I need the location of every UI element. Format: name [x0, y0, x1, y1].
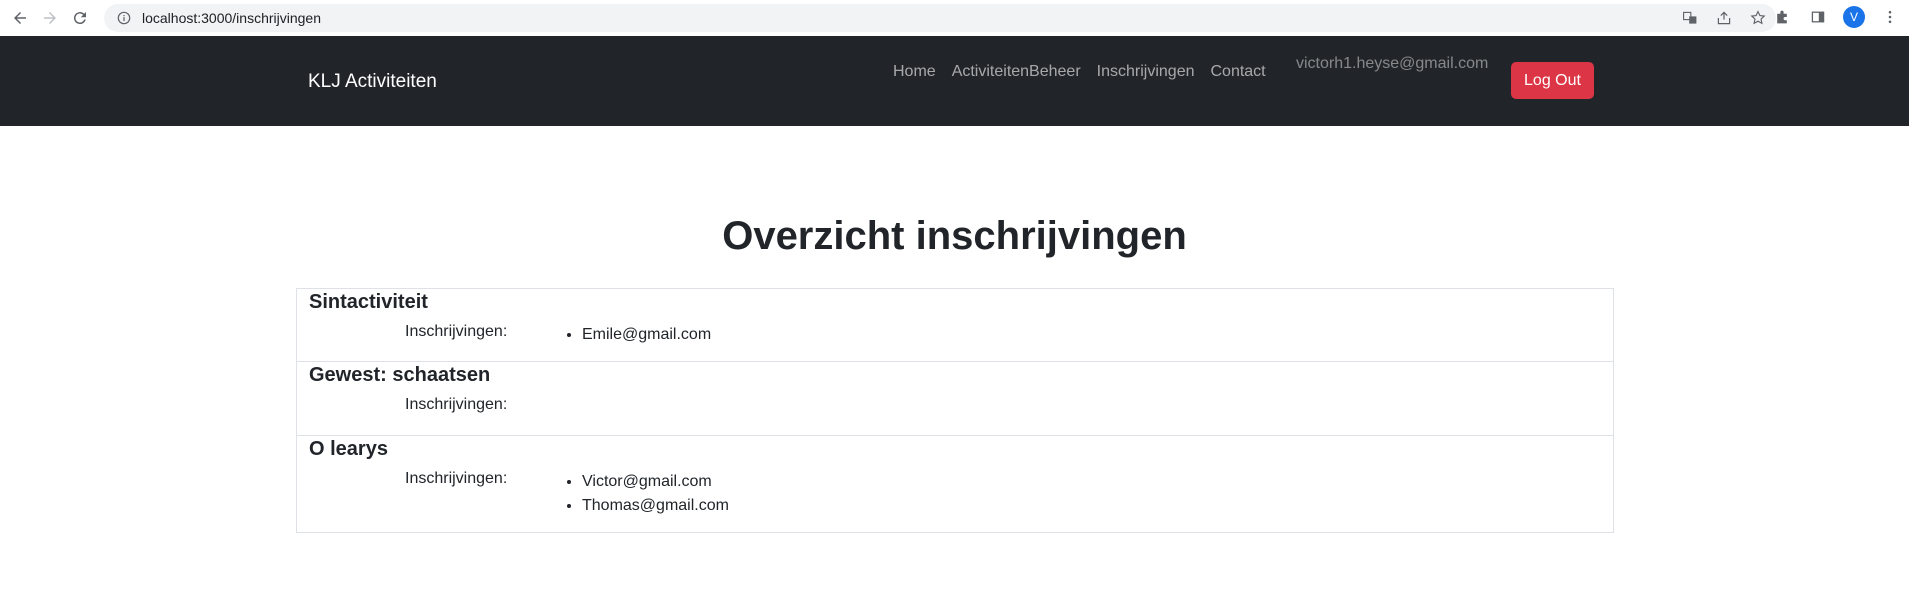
registrations-label: Inschrijvingen: — [405, 396, 508, 413]
page-title: Overzicht inschrijvingen — [722, 214, 1187, 258]
brand-link[interactable]: KLJ Activiteiten — [308, 71, 437, 93]
share-icon[interactable] — [1714, 8, 1734, 28]
reload-icon — [73, 12, 86, 25]
browser-toolbar: V — [0, 0, 1909, 37]
arrow-right-icon — [44, 12, 56, 24]
registrations-label: Inschrijvingen: — [405, 470, 508, 487]
nav-link-inschrijvingen[interactable]: Inschrijvingen — [1097, 63, 1195, 81]
registrations-list: Victor@gmail.com Thomas@gmail.com — [562, 470, 729, 518]
url-input[interactable] — [140, 9, 1344, 27]
activity-name: Sintactiviteit — [309, 291, 428, 313]
nav-links: Home ActiviteitenBeheer Inschrijvingen C… — [893, 63, 1266, 81]
registration-item: Victor@gmail.com — [582, 470, 729, 494]
star-icon[interactable] — [1748, 8, 1768, 28]
address-bar[interactable] — [104, 4, 1776, 32]
registrations-label: Inschrijvingen: — [405, 323, 508, 340]
info-icon[interactable] — [116, 10, 132, 26]
arrow-left-icon — [14, 12, 26, 24]
activity-name: Gewest: schaatsen — [309, 364, 491, 386]
side-panel-icon[interactable] — [1807, 6, 1829, 28]
nav-link-activiteitenbeheer[interactable]: ActiviteitenBeheer — [952, 63, 1081, 81]
forward-button[interactable] — [38, 6, 62, 30]
translate-icon[interactable] — [1680, 8, 1700, 28]
extensions-icon[interactable] — [1771, 6, 1793, 28]
activity-card: O learys Inschrijvingen: Victor@gmail.co… — [296, 435, 1614, 533]
activity-card: Sintactiviteit Inschrijvingen: Emile@gma… — [296, 288, 1614, 362]
back-button[interactable] — [8, 6, 32, 30]
nav-link-contact[interactable]: Contact — [1210, 63, 1265, 81]
reload-button[interactable] — [68, 6, 92, 30]
registration-item: Thomas@gmail.com — [582, 494, 729, 518]
menu-dots-icon[interactable] — [1879, 6, 1901, 28]
activity-card: Gewest: schaatsen Inschrijvingen: — [296, 361, 1614, 436]
registrations-list: Emile@gmail.com — [562, 323, 711, 347]
navbar: KLJ Activiteiten Home ActiviteitenBeheer… — [0, 36, 1909, 126]
profile-avatar[interactable]: V — [1843, 6, 1865, 28]
user-email: victorh1.heyse@gmail.com — [1296, 55, 1489, 72]
registration-item: Emile@gmail.com — [582, 323, 711, 347]
nav-link-home[interactable]: Home — [893, 63, 936, 81]
activity-name: O learys — [309, 438, 388, 460]
logout-button[interactable]: Log Out — [1511, 62, 1594, 99]
